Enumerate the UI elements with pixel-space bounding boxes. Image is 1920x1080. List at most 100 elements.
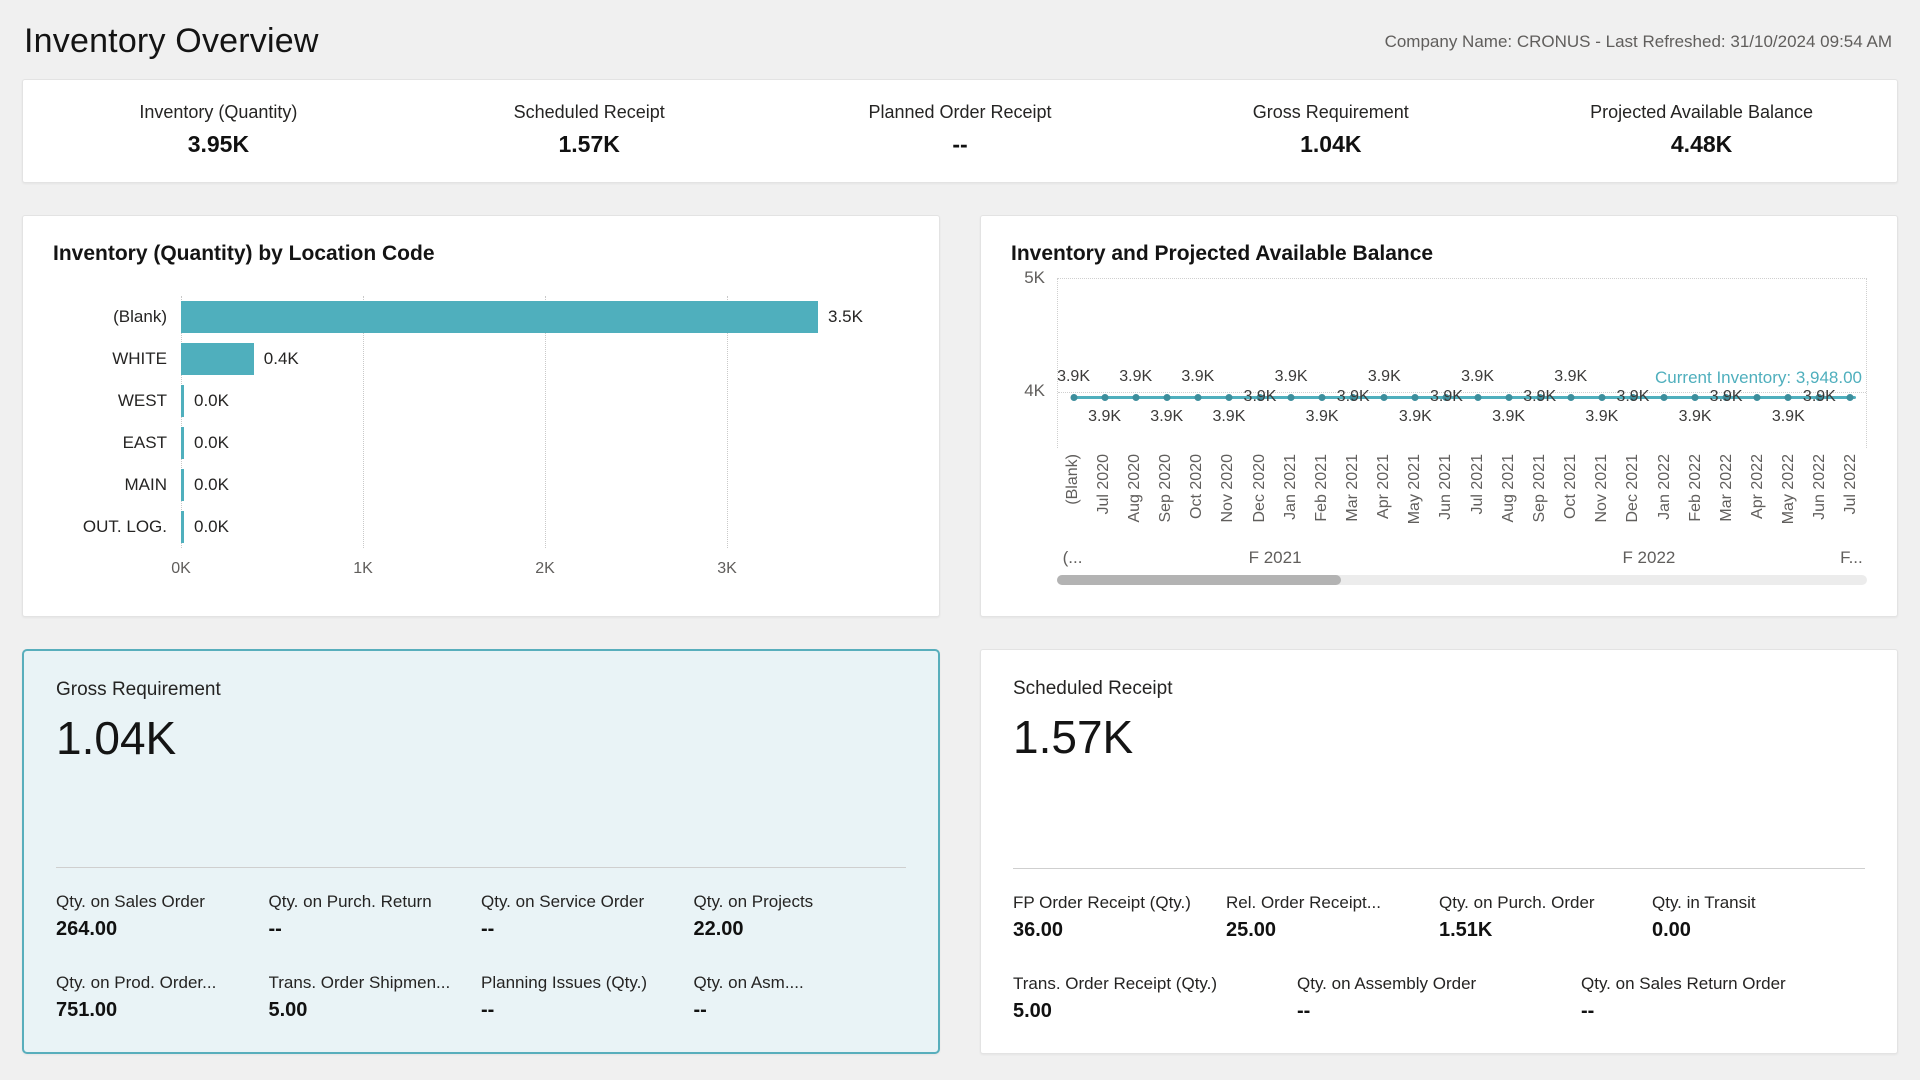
scheduled-receipt-card[interactable]: Scheduled Receipt 1.57K FP Order Receipt… bbox=[980, 649, 1898, 1054]
chart-scrollbar-thumb[interactable] bbox=[1057, 575, 1341, 585]
data-point-marker[interactable] bbox=[1132, 394, 1139, 401]
bar-row: 0.0K bbox=[181, 422, 909, 464]
x-axis-label: Jun 2022 bbox=[1811, 454, 1829, 520]
x-axis-label: May 2021 bbox=[1406, 454, 1424, 524]
detail-kpi-value: 36.00 bbox=[1013, 919, 1226, 942]
data-point-marker[interactable] bbox=[1754, 394, 1761, 401]
page-title: Inventory Overview bbox=[24, 22, 319, 61]
kpi-value: 3.95K bbox=[33, 131, 404, 158]
x-axis-label-cell: Jan 2021 bbox=[1275, 454, 1306, 546]
bar[interactable] bbox=[181, 385, 184, 417]
detail-kpi[interactable]: FP Order Receipt (Qty.)36.00 bbox=[1013, 893, 1226, 942]
kpi-item[interactable]: Projected Available Balance4.48K bbox=[1516, 102, 1887, 158]
x-axis-label: (Blank) bbox=[1064, 454, 1082, 505]
data-point-label: 3.9K bbox=[1181, 368, 1214, 386]
bar-plot: 3.5K0.4K0.0K0.0K0.0K0.0K bbox=[181, 296, 909, 548]
bar[interactable] bbox=[181, 427, 184, 459]
current-inventory-annotation: Current Inventory: 3,948.00 bbox=[1655, 368, 1862, 388]
detail-kpi[interactable]: Qty. on Prod. Order...751.00 bbox=[56, 973, 269, 1022]
detail-kpi-label: Qty. on Purch. Return bbox=[269, 892, 482, 912]
data-point-marker[interactable] bbox=[1070, 394, 1077, 401]
data-point-marker[interactable] bbox=[1381, 394, 1388, 401]
kpi-item[interactable]: Planned Order Receipt-- bbox=[775, 102, 1146, 158]
detail-kpi-label: Qty. on Prod. Order... bbox=[56, 973, 269, 993]
data-point-marker[interactable] bbox=[1692, 394, 1699, 401]
data-point-marker[interactable] bbox=[1225, 394, 1232, 401]
data-point-marker[interactable] bbox=[1319, 394, 1326, 401]
kpi-label: Scheduled Receipt bbox=[404, 102, 775, 123]
data-point-marker[interactable] bbox=[1194, 394, 1201, 401]
x-axis-label: Dec 2020 bbox=[1251, 454, 1269, 523]
line-plot: 3.9K3.9K3.9K3.9K3.9K3.9K3.9K3.9K3.9K3.9K… bbox=[1057, 278, 1867, 448]
bar-x-tick-label: 0K bbox=[171, 560, 191, 578]
bar-row: 0.0K bbox=[181, 506, 909, 548]
data-point-marker[interactable] bbox=[1101, 394, 1108, 401]
data-point-marker[interactable] bbox=[1661, 394, 1668, 401]
data-point-marker[interactable] bbox=[1847, 394, 1854, 401]
kpi-item[interactable]: Inventory (Quantity)3.95K bbox=[33, 102, 404, 158]
bar-row: 0.4K bbox=[181, 338, 909, 380]
data-point-label: 3.9K bbox=[1430, 388, 1463, 406]
data-point-marker[interactable] bbox=[1412, 394, 1419, 401]
kpi-item[interactable]: Gross Requirement1.04K bbox=[1145, 102, 1516, 158]
data-point-marker[interactable] bbox=[1785, 394, 1792, 401]
bar-chart-card[interactable]: Inventory (Quantity) by Location Code (B… bbox=[22, 215, 940, 617]
bar-category-label: MAIN bbox=[53, 464, 181, 506]
x-axis-label: Aug 2021 bbox=[1500, 454, 1518, 523]
line-chart-title: Inventory and Projected Available Balanc… bbox=[1011, 242, 1867, 266]
x-axis-label: Jan 2021 bbox=[1282, 454, 1300, 520]
detail-kpi[interactable]: Qty. on Sales Order264.00 bbox=[56, 892, 269, 941]
inventory-overview-dashboard: Inventory Overview Company Name: CRONUS … bbox=[0, 0, 1920, 1054]
data-point-label: 3.9K bbox=[1399, 408, 1432, 426]
detail-kpi[interactable]: Planning Issues (Qty.)-- bbox=[481, 973, 694, 1022]
data-point-marker[interactable] bbox=[1474, 394, 1481, 401]
detail-kpi[interactable]: Qty. on Assembly Order-- bbox=[1297, 974, 1581, 1023]
chart-scrollbar[interactable] bbox=[1057, 575, 1867, 585]
x-axis-label-cell: Jul 2021 bbox=[1462, 454, 1493, 546]
detail-kpi-label: Qty. on Asm.... bbox=[694, 973, 907, 993]
x-axis-label-cell: Feb 2021 bbox=[1306, 454, 1337, 546]
detail-kpi[interactable]: Qty. on Sales Return Order-- bbox=[1581, 974, 1865, 1023]
bar-value-label: 3.5K bbox=[828, 307, 863, 327]
card-value: 1.57K bbox=[1013, 710, 1865, 764]
data-point-marker[interactable] bbox=[1598, 394, 1605, 401]
bar-value-label: 0.0K bbox=[194, 517, 229, 537]
bar[interactable] bbox=[181, 301, 818, 333]
data-point-marker[interactable] bbox=[1505, 394, 1512, 401]
detail-kpi[interactable]: Qty. on Asm....-- bbox=[694, 973, 907, 1022]
scheduled-receipt-details: FP Order Receipt (Qty.)36.00Rel. Order R… bbox=[1013, 893, 1865, 1023]
detail-kpi-value: 22.00 bbox=[694, 918, 907, 941]
x-axis-label-cell: May 2022 bbox=[1774, 454, 1805, 546]
detail-kpi-label: Qty. on Projects bbox=[694, 892, 907, 912]
x-axis-label: Jan 2022 bbox=[1656, 454, 1674, 520]
data-point-marker[interactable] bbox=[1288, 394, 1295, 401]
detail-kpi[interactable]: Qty. in Transit0.00 bbox=[1652, 893, 1865, 942]
detail-kpi[interactable]: Qty. on Purch. Return-- bbox=[269, 892, 482, 941]
x-axis-label-cell: Mar 2021 bbox=[1337, 454, 1368, 546]
y-axis-label: 5K bbox=[1024, 268, 1045, 288]
bar-category-label: WEST bbox=[53, 380, 181, 422]
x-axis-label: Apr 2022 bbox=[1749, 454, 1767, 519]
bar[interactable] bbox=[181, 511, 184, 543]
data-point-marker[interactable] bbox=[1163, 394, 1170, 401]
detail-kpi-value: -- bbox=[481, 918, 694, 941]
x-axis-label-cell: Sep 2021 bbox=[1524, 454, 1555, 546]
detail-kpi[interactable]: Qty. on Service Order-- bbox=[481, 892, 694, 941]
detail-kpi[interactable]: Trans. Order Shipmen...5.00 bbox=[269, 973, 482, 1022]
data-point-marker[interactable] bbox=[1567, 394, 1574, 401]
detail-kpi[interactable]: Qty. on Projects 22.00 bbox=[694, 892, 907, 941]
line-chart-card[interactable]: Inventory and Projected Available Balanc… bbox=[980, 215, 1898, 617]
bar[interactable] bbox=[181, 343, 254, 375]
x-axis-label-cell: Nov 2021 bbox=[1587, 454, 1618, 546]
detail-kpi[interactable]: Rel. Order Receipt...25.00 bbox=[1226, 893, 1439, 942]
detail-kpi[interactable]: Qty. on Purch. Order1.51K bbox=[1439, 893, 1652, 942]
kpi-item[interactable]: Scheduled Receipt1.57K bbox=[404, 102, 775, 158]
bar[interactable] bbox=[181, 469, 184, 501]
detail-kpi[interactable]: Trans. Order Receipt (Qty.)5.00 bbox=[1013, 974, 1297, 1023]
bar-chart: (Blank)WHITEWESTEASTMAINOUT. LOG. 3.5K0.… bbox=[53, 296, 909, 586]
bar-value-label: 0.0K bbox=[194, 391, 229, 411]
data-point-label: 3.9K bbox=[1461, 368, 1494, 386]
x-axis-label: Mar 2021 bbox=[1344, 454, 1362, 522]
detail-cards-row: Gross Requirement 1.04K Qty. on Sales Or… bbox=[22, 649, 1898, 1054]
gross-requirement-card[interactable]: Gross Requirement 1.04K Qty. on Sales Or… bbox=[22, 649, 940, 1054]
